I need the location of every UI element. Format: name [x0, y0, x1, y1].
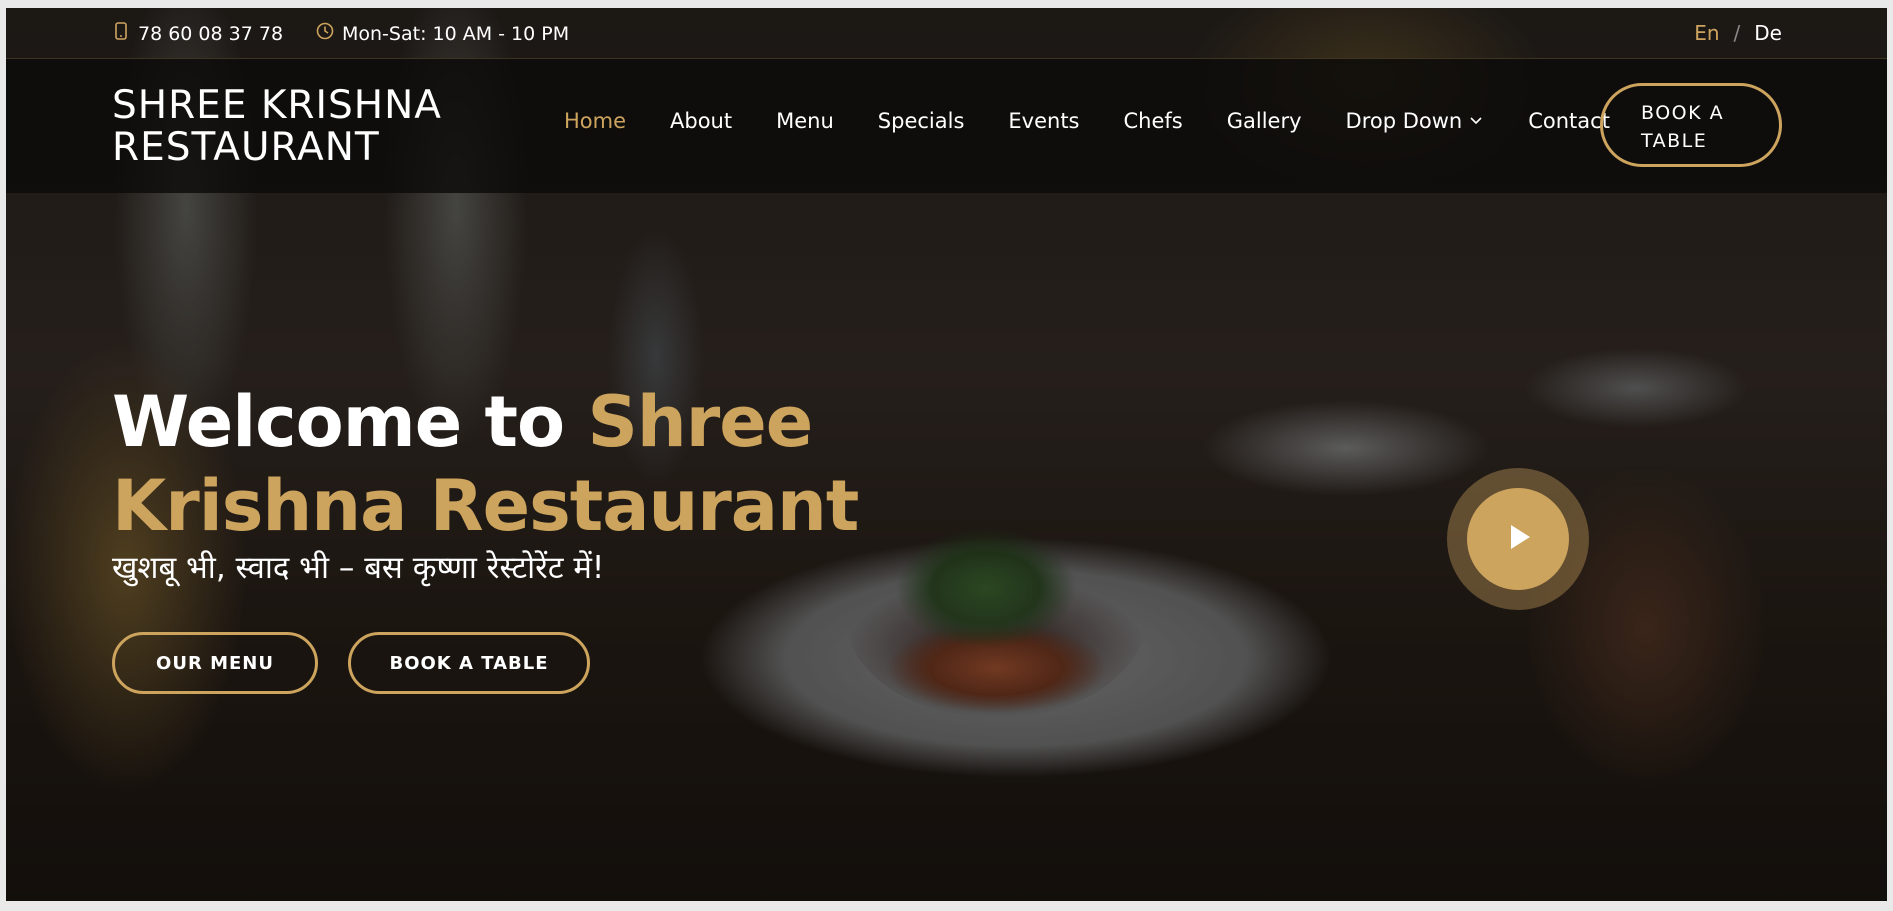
- nav-menu[interactable]: Menu: [776, 109, 834, 133]
- book-table-button[interactable]: BOOK A TABLE: [1600, 83, 1782, 167]
- logo-line-2: RESTAURANT: [112, 125, 380, 170]
- hero-title-white: Welcome to: [112, 381, 565, 463]
- topbar: 78 60 08 37 78 Mon-Sat: 10 AM - 10 PM En…: [6, 8, 1887, 58]
- play-icon: [1501, 520, 1535, 559]
- play-video-button[interactable]: [1447, 468, 1589, 610]
- topbar-phone: 78 60 08 37 78: [112, 22, 283, 45]
- lang-en[interactable]: En: [1694, 21, 1719, 45]
- hero-subtitle: खुशबू भी, स्वाद भी – बस कृष्णा रेस्टोरें…: [112, 550, 605, 586]
- nav-about[interactable]: About: [670, 109, 732, 133]
- main-nav: Home About Menu Specials Events Chefs Ga…: [564, 109, 1654, 133]
- book-table-line-2: TABLE: [1641, 130, 1708, 152]
- play-button-inner: [1467, 488, 1569, 590]
- nav-events[interactable]: Events: [1008, 109, 1079, 133]
- chevron-down-icon: [1468, 109, 1484, 133]
- lang-de[interactable]: De: [1754, 21, 1782, 45]
- nav-contact[interactable]: Contact: [1528, 109, 1610, 133]
- lang-separator: /: [1733, 21, 1741, 45]
- book-table-line-1: BOOK A: [1641, 102, 1725, 124]
- nav-home[interactable]: Home: [564, 109, 626, 133]
- opening-hours: Mon-Sat: 10 AM - 10 PM: [342, 22, 570, 45]
- our-menu-label: OUR MENU: [156, 652, 274, 674]
- site-logo[interactable]: SHREE KRISHNA RESTAURANT: [112, 85, 512, 169]
- nav-specials[interactable]: Specials: [878, 109, 965, 133]
- nav-dropdown[interactable]: Drop Down: [1346, 109, 1485, 133]
- nav-dropdown-label: Drop Down: [1345, 109, 1463, 133]
- language-switcher: En / De: [1694, 21, 1782, 45]
- hero-book-table-label: BOOK A TABLE: [389, 652, 549, 674]
- site-header: SHREE KRISHNA RESTAURANT Home About Menu…: [6, 58, 1887, 193]
- our-menu-button[interactable]: OUR MENU: [112, 632, 318, 694]
- phone-icon: [112, 22, 130, 45]
- clock-icon: [316, 22, 334, 45]
- logo-line-1: SHREE KRISHNA: [112, 83, 442, 128]
- nav-gallery[interactable]: Gallery: [1227, 109, 1302, 133]
- nav-chefs[interactable]: Chefs: [1124, 109, 1183, 133]
- hero-title: Welcome to Shree Krishna Restaurant: [112, 380, 1112, 548]
- hero-book-table-button[interactable]: BOOK A TABLE: [348, 632, 590, 694]
- topbar-hours: Mon-Sat: 10 AM - 10 PM: [316, 22, 569, 45]
- phone-number[interactable]: 78 60 08 37 78: [138, 23, 283, 45]
- page-frame: 78 60 08 37 78 Mon-Sat: 10 AM - 10 PM En…: [6, 8, 1887, 901]
